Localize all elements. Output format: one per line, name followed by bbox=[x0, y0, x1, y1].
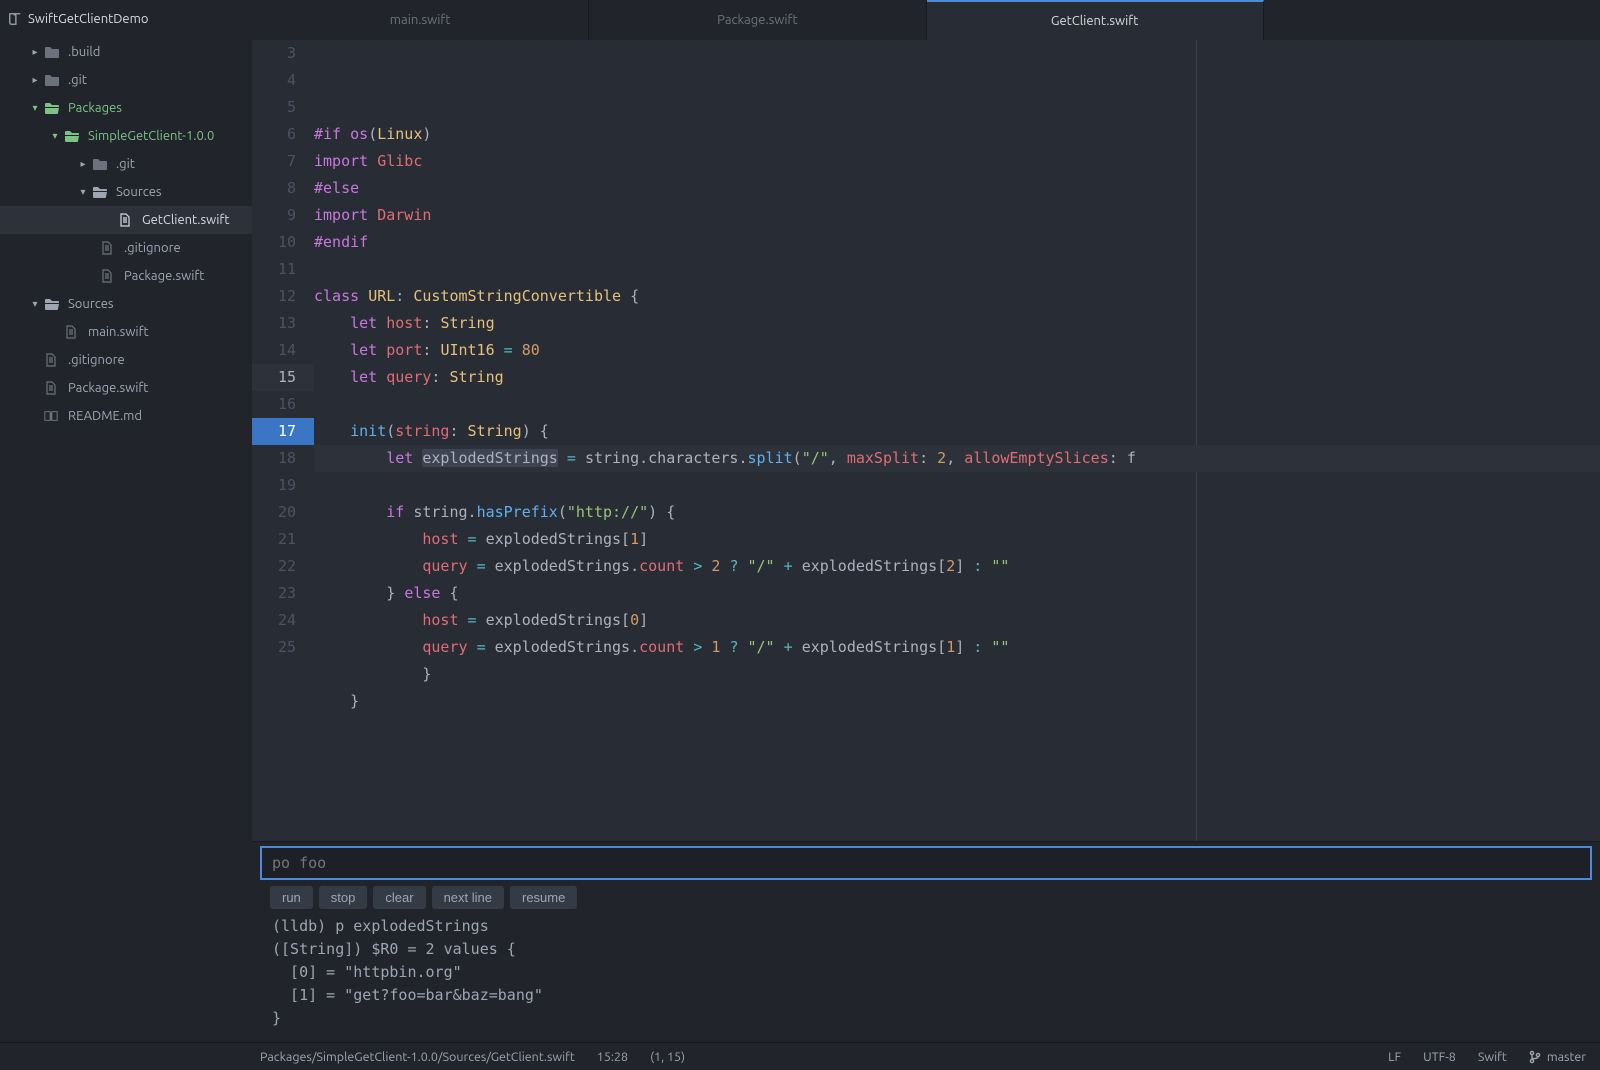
tree-file-package-outer[interactable]: ▾ Package.swift bbox=[0, 374, 252, 402]
tree-file-mainswift[interactable]: ▾ main.swift bbox=[0, 318, 252, 346]
tree-folder-build[interactable]: ▸ .build bbox=[0, 38, 252, 66]
file-icon bbox=[100, 269, 118, 283]
tab-spacer bbox=[1264, 0, 1600, 40]
git-branch-icon bbox=[1529, 1050, 1541, 1064]
tab-getclient-swift[interactable]: GetClient.swift bbox=[927, 0, 1264, 40]
tree-folder-simpleget[interactable]: ▾ SimpleGetClient-1.0.0 bbox=[0, 122, 252, 150]
horizontal-scrollbar[interactable] bbox=[374, 831, 1580, 839]
debugger-input[interactable] bbox=[260, 846, 1592, 880]
tree-folder-packages[interactable]: ▾ Packages bbox=[0, 94, 252, 122]
file-tree: ▸ .build ▸ .git ▾ Packages bbox=[0, 38, 252, 1042]
file-icon bbox=[44, 353, 62, 367]
folder-icon bbox=[44, 73, 62, 87]
code-area[interactable]: #if os(Linux)import Glibc#elseimport Dar… bbox=[314, 40, 1600, 841]
tree-folder-git-inner[interactable]: ▸ .git bbox=[0, 150, 252, 178]
resume-button[interactable]: resume bbox=[510, 886, 577, 909]
folder-icon bbox=[92, 157, 110, 171]
status-line-ending[interactable]: LF bbox=[1388, 1050, 1401, 1064]
status-selection[interactable]: (1, 15) bbox=[650, 1050, 685, 1064]
status-language[interactable]: Swift bbox=[1478, 1050, 1507, 1064]
stop-button[interactable]: stop bbox=[319, 886, 368, 909]
file-tree-sidebar: SwiftGetClientDemo ▸ .build ▸ .git ▾ bbox=[0, 0, 252, 1042]
folder-open-icon bbox=[64, 129, 82, 143]
file-icon bbox=[118, 213, 136, 227]
tree-folder-sources-outer[interactable]: ▾ Sources bbox=[0, 290, 252, 318]
debugger-output: (lldb) p explodedStrings ([String]) $R0 … bbox=[260, 913, 1592, 1032]
project-name: SwiftGetClientDemo bbox=[28, 12, 148, 26]
chevron-right-icon: ▸ bbox=[30, 46, 40, 58]
tree-file-getclient[interactable]: GetClient.swift bbox=[0, 206, 252, 234]
run-button[interactable]: run bbox=[270, 886, 313, 909]
tree-file-gitignore-outer[interactable]: ▾ .gitignore bbox=[0, 346, 252, 374]
status-cursor-position[interactable]: 15:28 bbox=[597, 1050, 628, 1064]
status-git-branch[interactable]: master bbox=[1529, 1050, 1586, 1064]
tree-file-readme[interactable]: ▾ README.md bbox=[0, 402, 252, 430]
status-bar: Packages/SimpleGetClient-1.0.0/Sources/G… bbox=[0, 1042, 1600, 1070]
tree-folder-git[interactable]: ▸ .git bbox=[0, 66, 252, 94]
tree-file-gitignore-inner[interactable]: .gitignore bbox=[0, 234, 252, 262]
folder-open-icon bbox=[44, 101, 62, 115]
chevron-down-icon: ▾ bbox=[30, 102, 40, 114]
line-number-gutter[interactable]: 345678910111213141516171819202122232425 bbox=[252, 40, 314, 841]
chevron-right-icon: ▸ bbox=[78, 158, 88, 170]
file-icon bbox=[100, 241, 118, 255]
chevron-down-icon: ▾ bbox=[78, 186, 88, 198]
chevron-down-icon: ▾ bbox=[30, 298, 40, 310]
chevron-right-icon: ▸ bbox=[30, 74, 40, 86]
chevron-down-icon: ▾ bbox=[50, 130, 60, 142]
book-icon bbox=[44, 409, 62, 423]
tab-package-swift[interactable]: Package.swift bbox=[589, 0, 926, 40]
editor-tab-bar: main.swift Package.swift GetClient.swift bbox=[252, 0, 1600, 40]
file-icon bbox=[44, 381, 62, 395]
next-line-button[interactable]: next line bbox=[432, 886, 504, 909]
tree-folder-sources-inner[interactable]: ▾ Sources bbox=[0, 178, 252, 206]
project-header[interactable]: SwiftGetClientDemo bbox=[0, 0, 252, 38]
folder-open-icon bbox=[44, 297, 62, 311]
tab-main-swift[interactable]: main.swift bbox=[252, 0, 589, 40]
debugger-panel: run stop clear next line resume (lldb) p… bbox=[252, 841, 1600, 1042]
folder-icon bbox=[44, 45, 62, 59]
code-editor[interactable]: 345678910111213141516171819202122232425 … bbox=[252, 40, 1600, 841]
book-icon bbox=[8, 12, 22, 26]
status-filepath[interactable]: Packages/SimpleGetClient-1.0.0/Sources/G… bbox=[260, 1050, 575, 1064]
clear-button[interactable]: clear bbox=[373, 886, 425, 909]
folder-open-icon bbox=[92, 185, 110, 199]
file-icon bbox=[64, 325, 82, 339]
tree-file-package-inner[interactable]: Package.swift bbox=[0, 262, 252, 290]
status-encoding[interactable]: UTF-8 bbox=[1423, 1050, 1456, 1064]
